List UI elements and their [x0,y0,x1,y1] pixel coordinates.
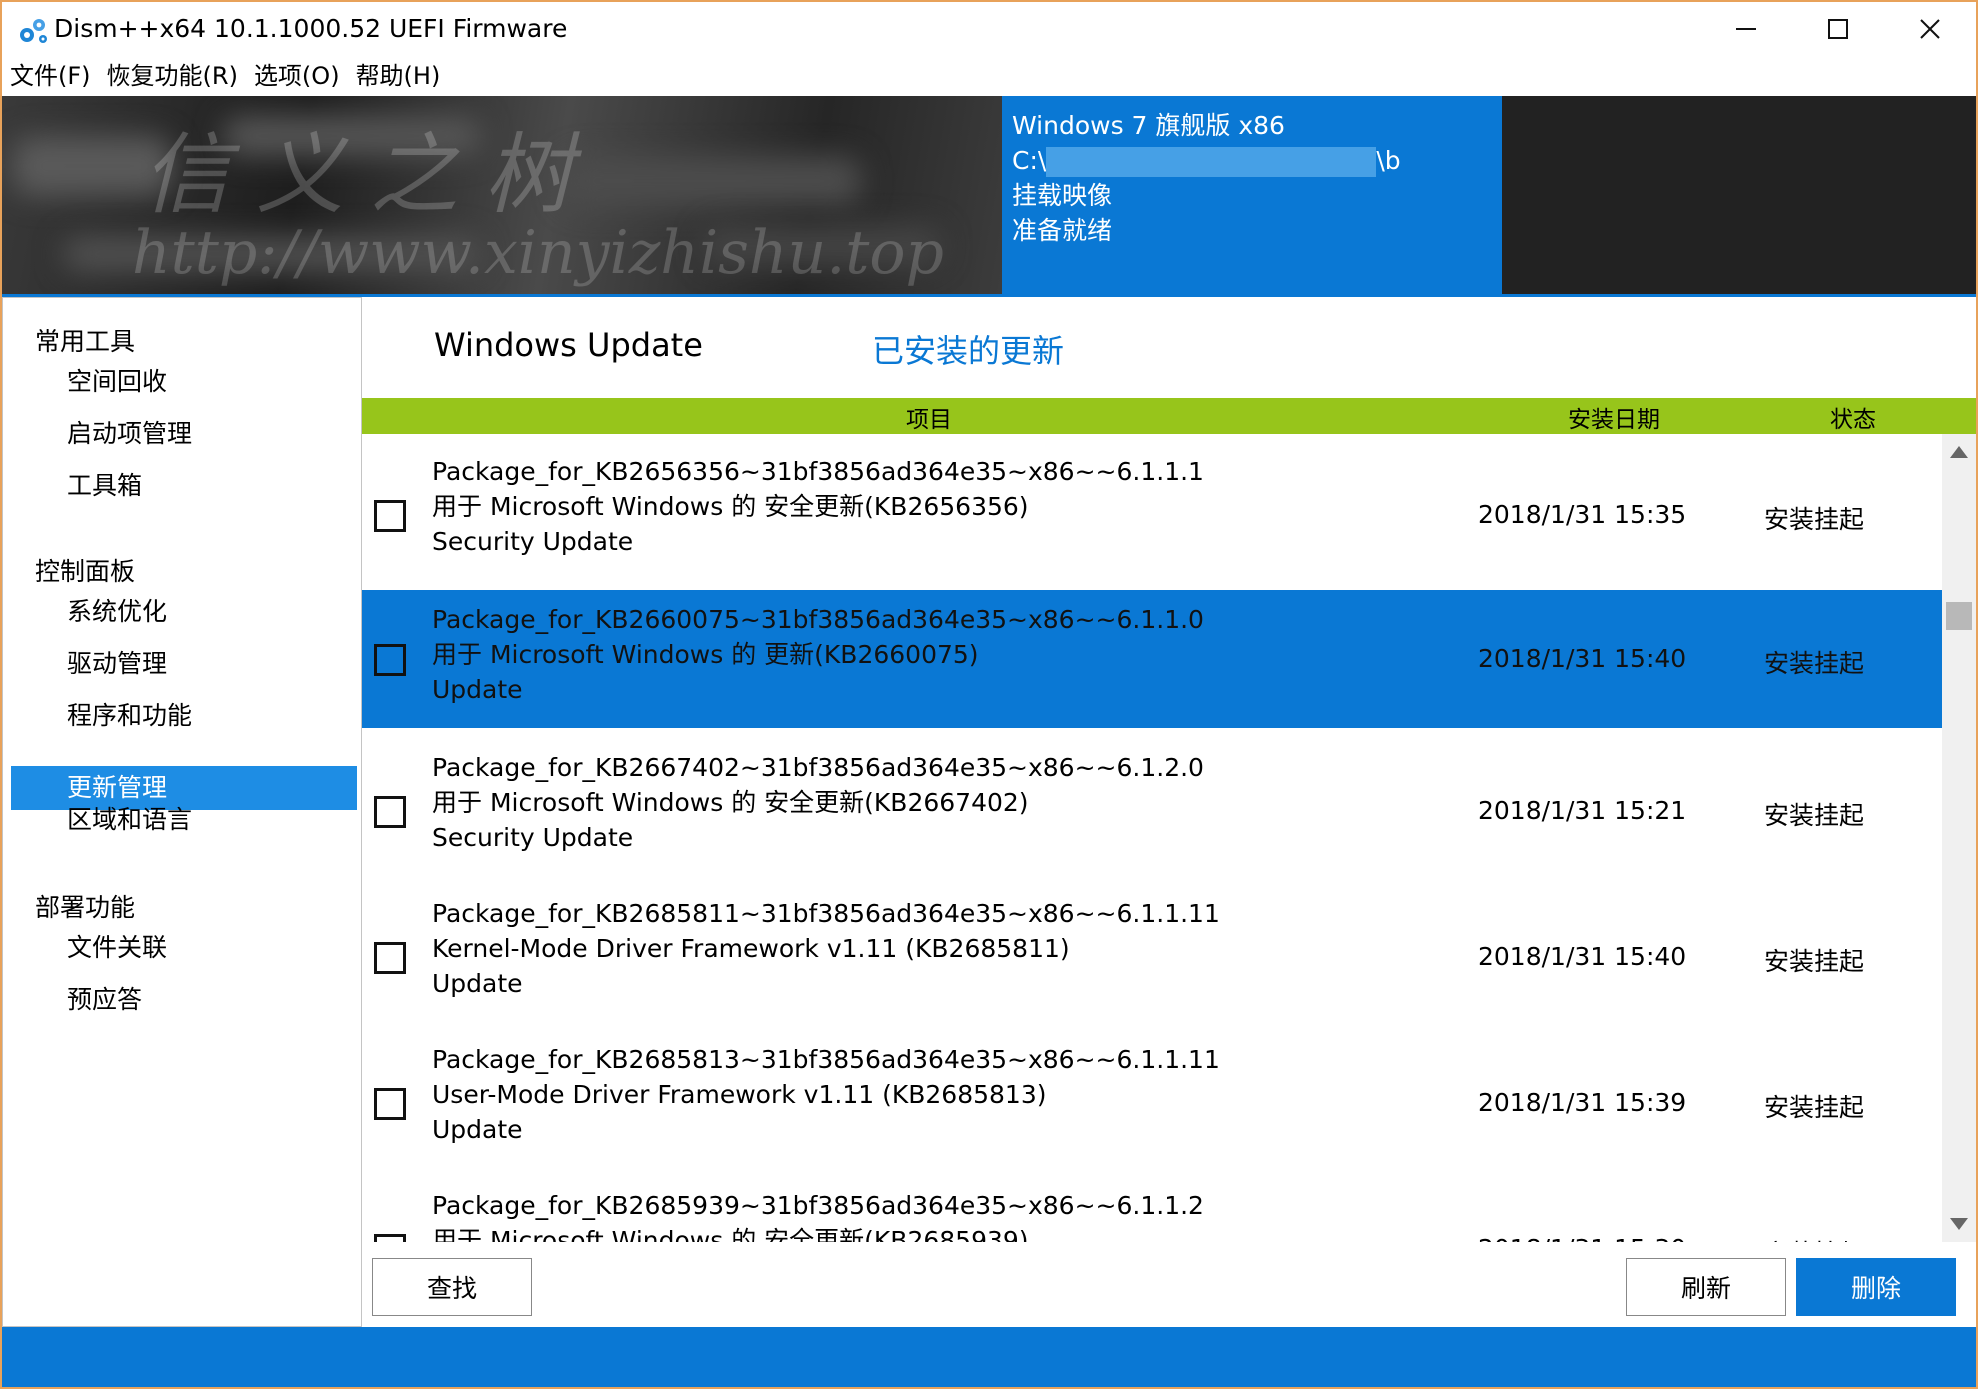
package-type: Security Update [432,527,634,556]
sidebar-item-answer-file[interactable]: 预应答 [11,978,357,1022]
image-status: 准备就绪 [1012,216,1113,245]
install-date: 2018/1/31 15:35 [1478,500,1687,529]
redacted-path [1046,147,1377,177]
package-description: 用于 Microsoft Windows 的 安全更新(KB2685939) [432,1226,1029,1242]
install-status: 安装挂起 [1764,505,1865,534]
sidebar-item-startup[interactable]: 启动项管理 [11,412,357,456]
refresh-button[interactable]: 刷新 [1626,1258,1786,1316]
menu-bar: 文件(F) 恢复功能(R) 选项(O) 帮助(H) [2,56,1976,96]
package-name: Package_for_KB2685813~31bf3856ad364e35~x… [432,1045,1220,1074]
find-button[interactable]: 查找 [372,1258,532,1316]
status-bar [2,1327,1976,1387]
package-name: Package_for_KB2656356~31bf3856ad364e35~x… [432,457,1204,486]
sidebar-item-toolbox[interactable]: 工具箱 [11,464,357,508]
install-status: 安装挂起 [1764,1093,1865,1122]
sidebar-item-drivers[interactable]: 驱动管理 [11,642,357,686]
install-date: 2018/1/31 15:39 [1478,1088,1687,1117]
mount-state: 挂载映像 [1012,181,1113,210]
package-description: Kernel-Mode Driver Framework v1.11 (KB26… [432,934,1070,963]
watermark-text: 信义之树 [142,123,599,226]
package-name: Package_for_KB2685939~31bf3856ad364e35~x… [432,1191,1204,1220]
package-description: User-Mode Driver Framework v1.11 (KB2685… [432,1080,1047,1109]
sidebar-item-region-language[interactable]: 区域和语言 [11,798,357,842]
minimize-button[interactable] [1700,2,1792,56]
menu-help[interactable]: 帮助(H) [348,56,449,96]
table-row[interactable]: Package_for_KB2660075~31bf3856ad364e35~x… [362,590,1942,728]
menu-options[interactable]: 选项(O) [246,56,348,96]
menu-restore[interactable]: 恢复功能(R) [99,56,246,96]
package-description: 用于 Microsoft Windows 的 安全更新(KB2667402) [432,788,1029,817]
row-checkbox[interactable] [374,796,406,828]
package-name: Package_for_KB2660075~31bf3856ad364e35~x… [432,605,1204,634]
scroll-down-icon[interactable] [1950,1218,1968,1230]
table-header: 项目 安装日期 状态 [362,398,1976,434]
table-row[interactable]: Package_for_KB2656356~31bf3856ad364e35~x… [362,434,1942,580]
gears-icon [20,19,47,43]
install-status: 安装挂起 [1764,947,1865,976]
scroll-thumb[interactable] [1946,602,1972,630]
title-bar[interactable]: Dism++x64 10.1.1000.52 UEFI Firmware [2,2,1976,56]
close-button[interactable] [1884,2,1976,56]
column-item[interactable]: 项目 [906,400,952,434]
install-date: 2018/1/31 15:40 [1478,644,1687,673]
minimize-icon [1736,28,1756,30]
update-list: Package_for_KB2656356~31bf3856ad364e35~x… [362,434,1942,1242]
scroll-up-icon[interactable] [1950,446,1968,458]
table-row[interactable]: Package_for_KB2685939~31bf3856ad364e35~x… [362,1168,1942,1242]
row-checkbox[interactable] [374,500,406,532]
sidebar-group-deploy: 部署功能 [35,893,136,922]
install-status: 安装挂起 [1764,801,1865,830]
tab-windows-update[interactable]: Windows Update [434,326,703,364]
sidebar: 常用工具 空间回收 启动项管理 工具箱 控制面板 系统优化 驱动管理 程序和功能… [2,297,362,1327]
column-install-date[interactable]: 安装日期 [1568,400,1660,434]
header-banner: 信义之树 http://www.xinyizhishu.top [2,96,1002,296]
table-row[interactable]: Package_for_KB2685813~31bf3856ad364e35~x… [362,1022,1942,1168]
install-status: 安装挂起 [1764,1234,1864,1242]
image-info-panel[interactable]: Windows 7 旗舰版 x86 C:\ \b 挂载映像 准备就绪 [1002,96,1502,296]
package-type: Update [432,969,523,998]
install-date: 2018/1/31 15:30 [1478,1234,1686,1242]
package-name: Package_for_KB2667402~31bf3856ad364e35~x… [432,753,1204,782]
sidebar-item-system-optimize[interactable]: 系统优化 [11,590,357,634]
install-status: 安装挂起 [1764,649,1865,678]
install-date: 2018/1/31 15:21 [1478,796,1687,825]
package-description: 用于 Microsoft Windows 的 更新(KB2660075) [432,640,979,669]
sidebar-item-space-cleanup[interactable]: 空间回收 [11,360,357,404]
row-checkbox[interactable] [374,1088,406,1120]
maximize-button[interactable] [1792,2,1884,56]
table-row[interactable]: Package_for_KB2685811~31bf3856ad364e35~x… [362,876,1942,1022]
table-row[interactable]: Package_for_KB2667402~31bf3856ad364e35~x… [362,730,1942,876]
row-checkbox[interactable] [374,942,406,974]
image-name: Windows 7 旗舰版 x86 [1012,111,1285,140]
sidebar-item-programs[interactable]: 程序和功能 [11,694,357,738]
close-icon [1920,19,1940,39]
install-date: 2018/1/31 15:40 [1478,942,1687,971]
sidebar-group-control-panel: 控制面板 [35,557,136,586]
list-scrollbar[interactable] [1942,434,1976,1242]
window-title: Dism++x64 10.1.1000.52 UEFI Firmware [54,14,568,43]
column-status[interactable]: 状态 [1830,400,1876,434]
maximize-icon [1828,19,1848,39]
row-checkbox[interactable] [374,644,406,676]
row-checkbox[interactable] [374,1234,406,1242]
package-type: Security Update [432,823,634,852]
tab-installed-updates[interactable]: 已安装的更新 [872,326,1064,372]
package-description: 用于 Microsoft Windows 的 安全更新(KB2656356) [432,492,1029,521]
package-type: Update [432,675,523,704]
delete-button[interactable]: 删除 [1796,1258,1956,1316]
package-name: Package_for_KB2685811~31bf3856ad364e35~x… [432,899,1220,928]
watermark-url: http://www.xinyizhishu.top [132,218,944,288]
sidebar-item-file-assoc[interactable]: 文件关联 [11,926,357,970]
image-path: C:\ \b [1012,146,1401,177]
menu-file[interactable]: 文件(F) [2,56,99,96]
header-empty-slot [1502,96,1976,296]
package-type: Update [432,1115,523,1144]
sidebar-group-common-tools: 常用工具 [35,327,136,356]
